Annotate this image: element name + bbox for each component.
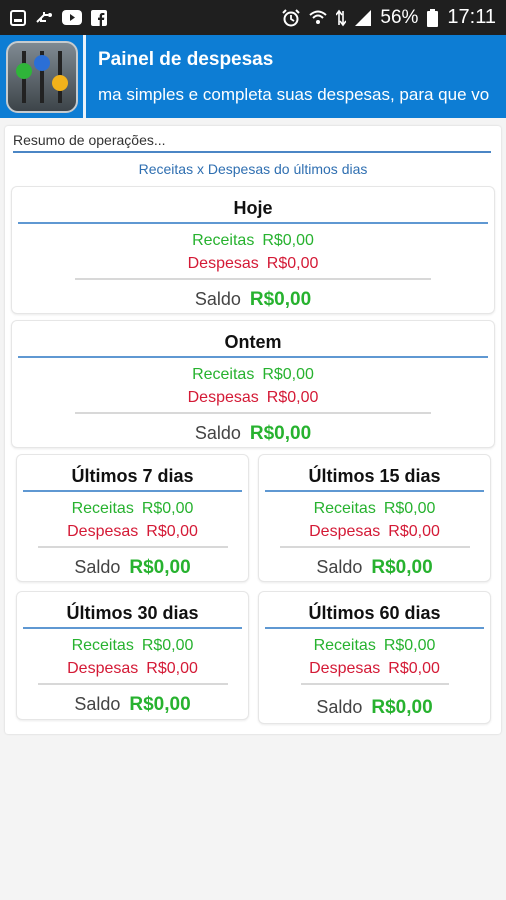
receitas-row: Receitas R$0,00: [17, 500, 248, 517]
despesas-label: Despesas: [187, 389, 259, 406]
despesas-label: Despesas: [67, 523, 139, 540]
gallery-icon: [10, 9, 26, 26]
saldo-label: Saldo: [194, 423, 241, 443]
saldo-label: Saldo: [74, 694, 121, 714]
saldo-row: Saldo R$0,00: [17, 694, 248, 716]
mixer-logo-icon: [5, 40, 78, 113]
battery-icon: [427, 8, 439, 27]
despesas-value: R$0,00: [388, 523, 440, 540]
despesas-row: Despesas R$0,00: [17, 523, 248, 540]
receitas-label: Receitas: [313, 500, 376, 517]
despesas-value: R$0,00: [146, 660, 198, 677]
saldo-value: R$0,00: [249, 423, 312, 444]
summary-heading: Resumo de operações...: [13, 132, 491, 153]
card-ultimos-7-dias: Últimos 7 dias Receitas R$0,00 Despesas …: [16, 454, 249, 582]
divider: [300, 683, 449, 685]
despesas-row: Despesas R$0,00: [259, 660, 490, 677]
card-title: Ontem: [18, 321, 488, 358]
receitas-value: R$0,00: [141, 637, 194, 654]
saldo-row: Saldo R$0,00: [259, 697, 490, 719]
divider: [75, 278, 431, 280]
battery-percentage: 56%: [380, 6, 419, 28]
card-title: Hoje: [18, 187, 488, 224]
saldo-label: Saldo: [194, 289, 241, 309]
despesas-row: Despesas R$0,00: [12, 255, 494, 272]
alarm-icon: [282, 8, 301, 27]
app-logo[interactable]: [0, 35, 86, 118]
receitas-row: Receitas R$0,00: [259, 637, 490, 654]
card-ultimos-60-dias: Últimos 60 dias Receitas R$0,00 Despesas…: [258, 591, 491, 724]
saldo-value: R$0,00: [371, 697, 433, 718]
status-bar-left: [10, 9, 107, 26]
saldo-row: Saldo R$0,00: [12, 423, 494, 445]
divider: [279, 546, 470, 548]
card-ultimos-15-dias: Últimos 15 dias Receitas R$0,00 Despesas…: [258, 454, 491, 582]
despesas-value: R$0,00: [266, 255, 319, 272]
saldo-value: R$0,00: [371, 557, 433, 578]
receitas-label: Receitas: [71, 637, 134, 654]
saldo-label: Saldo: [316, 557, 363, 577]
youtube-icon: [62, 10, 82, 25]
saldo-row: Saldo R$0,00: [12, 289, 494, 311]
receitas-value: R$0,00: [141, 500, 194, 517]
receitas-label: Receitas: [192, 232, 255, 249]
receitas-row: Receitas R$0,00: [17, 637, 248, 654]
despesas-label: Despesas: [309, 660, 381, 677]
card-ultimos-30-dias: Últimos 30 dias Receitas R$0,00 Despesas…: [16, 591, 249, 720]
receitas-label: Receitas: [71, 500, 134, 517]
despesas-label: Despesas: [309, 523, 381, 540]
header-marquee: ma simples e completa suas despesas, par…: [98, 84, 490, 104]
despesas-value: R$0,00: [266, 389, 319, 406]
header-text: Painel de despesas ma simples e completa…: [86, 49, 506, 105]
despesas-label: Despesas: [187, 255, 259, 272]
receitas-value: R$0,00: [262, 366, 314, 383]
despesas-value: R$0,00: [388, 660, 440, 677]
status-bar: 56% 17:11: [0, 0, 506, 35]
divider: [37, 683, 228, 685]
app-title: Painel de despesas: [98, 48, 274, 70]
saldo-row: Saldo R$0,00: [17, 557, 248, 579]
card-hoje: Hoje Receitas R$0,00 Despesas R$0,00 Sal…: [11, 186, 495, 314]
data-arrows-icon: [336, 9, 347, 27]
despesas-label: Despesas: [67, 660, 139, 677]
wifi-icon: [309, 10, 328, 26]
facebook-icon: [91, 9, 107, 26]
saldo-value: R$0,00: [249, 289, 312, 310]
card-title: Últimos 30 dias: [23, 592, 242, 629]
summary-subtitle: Receitas x Despesas do últimos dias: [138, 161, 368, 177]
saldo-row: Saldo R$0,00: [259, 557, 490, 579]
signal-icon: [355, 9, 372, 26]
despesas-row: Despesas R$0,00: [12, 389, 494, 406]
despesas-value: R$0,00: [146, 523, 198, 540]
divider: [37, 546, 228, 548]
saldo-label: Saldo: [74, 557, 121, 577]
usb-icon: [35, 10, 53, 26]
receitas-value: R$0,00: [383, 500, 436, 517]
card-ontem: Ontem Receitas R$0,00 Despesas R$0,00 Sa…: [11, 320, 495, 448]
card-title: Últimos 7 dias: [23, 455, 242, 492]
receitas-value: R$0,00: [262, 232, 314, 249]
despesas-row: Despesas R$0,00: [259, 523, 490, 540]
divider: [75, 412, 431, 414]
saldo-label: Saldo: [316, 697, 363, 717]
saldo-value: R$0,00: [129, 694, 191, 715]
summary-panel: Resumo de operações... Receitas x Despes…: [5, 126, 501, 734]
status-bar-right: 56% 17:11: [282, 6, 496, 29]
saldo-value: R$0,00: [129, 557, 191, 578]
receitas-row: Receitas R$0,00: [12, 232, 494, 249]
app-header: Painel de despesas ma simples e completa…: [0, 35, 506, 118]
receitas-row: Receitas R$0,00: [12, 366, 494, 383]
card-title: Últimos 15 dias: [265, 455, 484, 492]
receitas-value: R$0,00: [383, 637, 436, 654]
receitas-label: Receitas: [192, 366, 255, 383]
receitas-label: Receitas: [313, 637, 376, 654]
receitas-row: Receitas R$0,00: [259, 500, 490, 517]
despesas-row: Despesas R$0,00: [17, 660, 248, 677]
card-title: Últimos 60 dias: [265, 592, 484, 629]
clock: 17:11: [447, 6, 496, 28]
